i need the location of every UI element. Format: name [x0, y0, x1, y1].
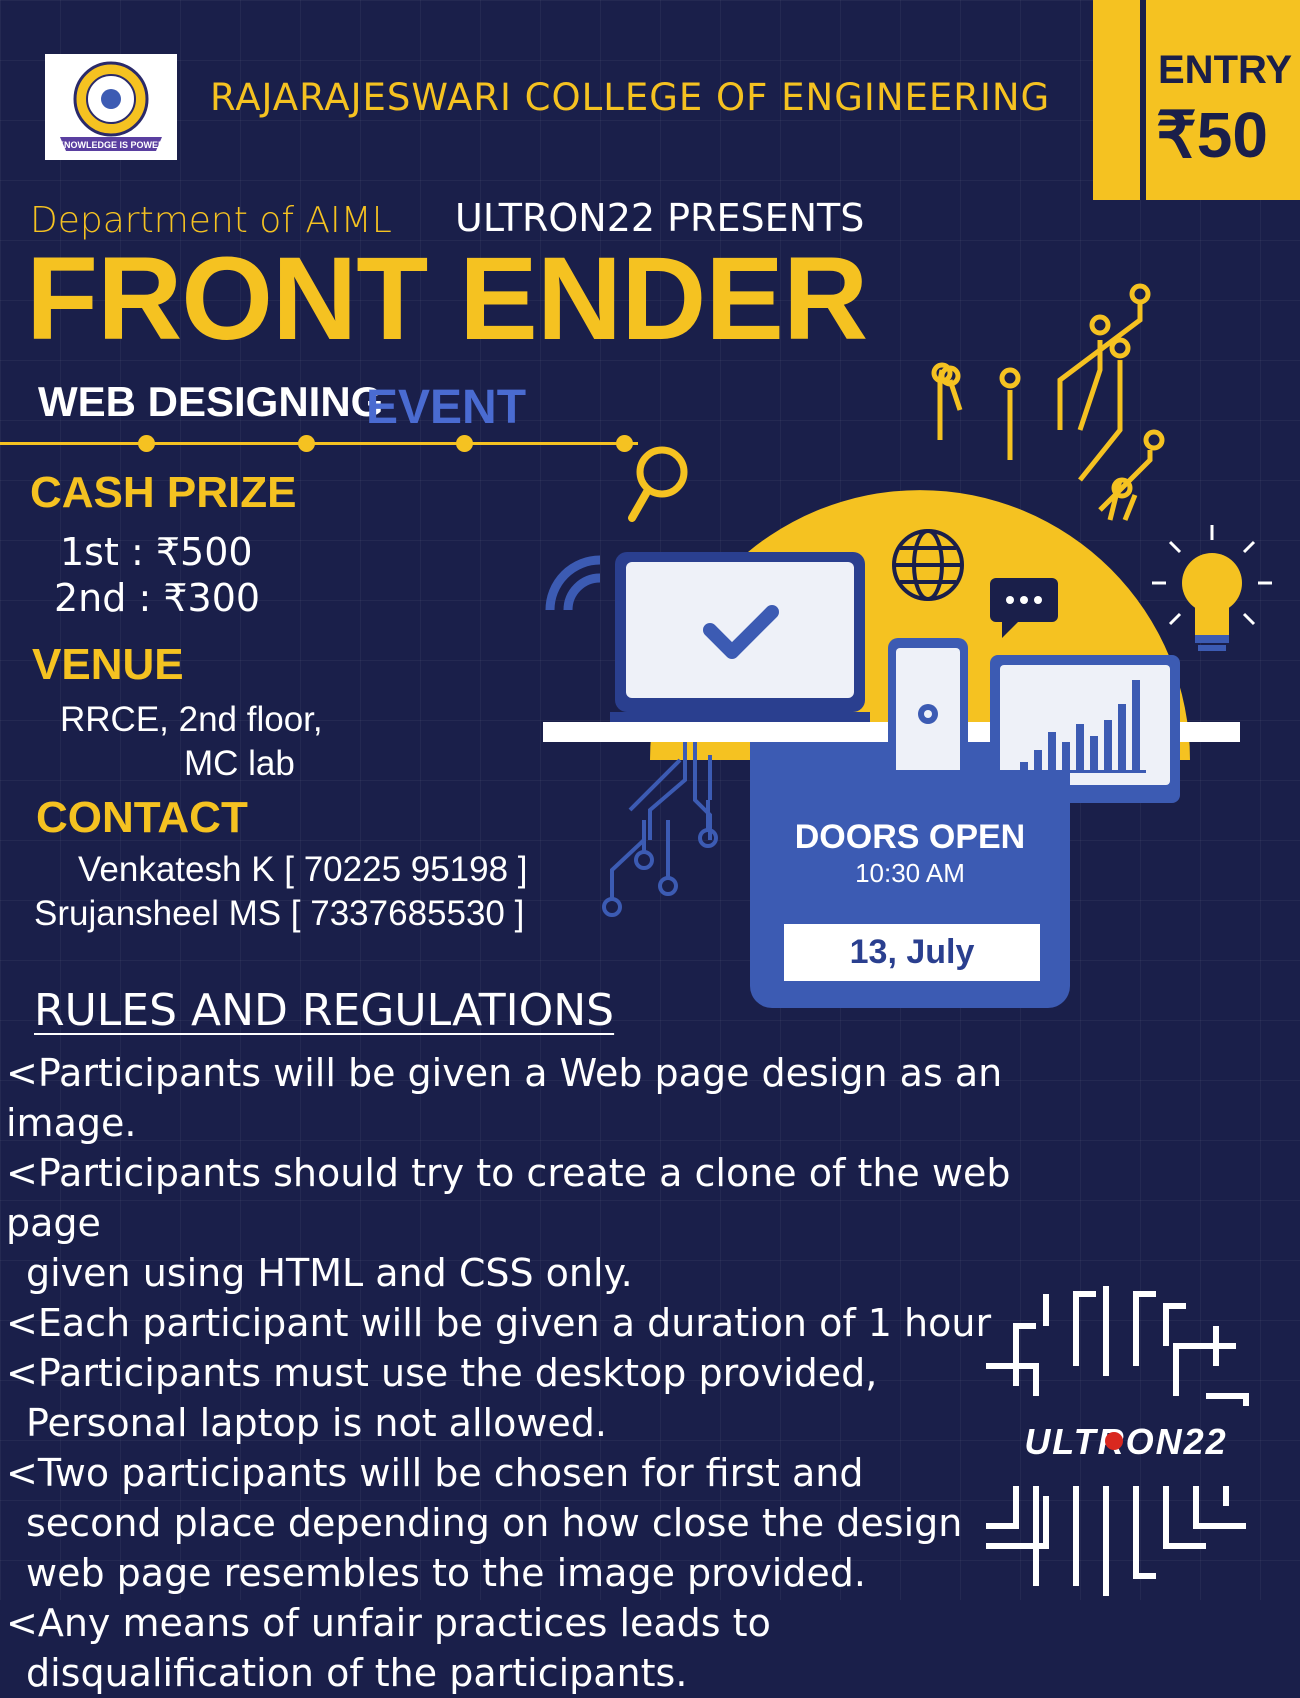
rule-item: <Participants will be given a Web page d… [6, 1051, 1003, 1145]
circuit-icon [931, 283, 1165, 521]
magnifier-icon [628, 446, 688, 522]
contact-heading: CONTACT [36, 793, 248, 842]
circuit-nodes [602, 800, 718, 917]
ultron-red-dot [1105, 1432, 1123, 1450]
entry-price: ₹50 [1156, 99, 1268, 171]
laptop-check-icon [610, 552, 870, 722]
ultron22-logo: ULTRON22 [986, 1286, 1249, 1596]
college-emblem-icon: KNOWLEDGE IS POWER [57, 61, 165, 151]
rule-item: <Any means of unfair practices leads to … [6, 1601, 771, 1695]
doors-open-card: DOORS OPEN 10:30 AM 13, July [750, 770, 1070, 1008]
event-subtitle-a: WEB DESIGNING [38, 378, 384, 425]
wifi-icon [545, 555, 601, 611]
rules-list: <Participants will be given a Web page d… [6, 1048, 1106, 1698]
cash-prize-heading: CASH PRIZE [30, 468, 297, 517]
venue-heading: VENUE [32, 640, 184, 689]
second-prize: 2nd : ₹300 [54, 576, 261, 620]
first-prize: 1st : ₹500 [60, 530, 253, 574]
contact-line2: Srujansheel MS [ 7337685530 ] [34, 894, 525, 933]
college-name: RAJARAJESWARI COLLEGE OF ENGINEERING [210, 76, 1051, 119]
event-date: 13, July [784, 924, 1040, 981]
ultron-wordmark: ULTRON22 [1024, 1421, 1227, 1462]
rule-item: <Two participants will be chosen for fir… [6, 1451, 963, 1595]
doors-label: DOORS OPEN [794, 818, 1026, 856]
rule-item: <Each participant will be given a durati… [6, 1301, 992, 1345]
lightbulb-icon [1152, 525, 1272, 651]
rules-heading: RULES AND REGULATIONS [34, 985, 615, 1036]
rule-item: <Participants must use the desktop provi… [6, 1351, 878, 1445]
venue-line1: RRCE, 2nd floor, [60, 700, 323, 739]
entry-label: ENTRY [1158, 48, 1293, 92]
college-logo: KNOWLEDGE IS POWER [45, 54, 177, 160]
logo-motto: KNOWLEDGE IS POWER [57, 140, 165, 150]
doors-time: 10:30 AM [855, 858, 965, 888]
event-subtitle-b: EVENT [366, 381, 527, 434]
contact-line1: Venkatesh K [ 70225 95198 ] [78, 850, 528, 889]
tech-illustration [543, 283, 1272, 840]
venue-line2: MC lab [184, 744, 295, 783]
rule-item: <Participants should try to create a clo… [6, 1151, 1011, 1295]
entry-fee-badge: ENTRY ₹50 [1093, 0, 1300, 200]
